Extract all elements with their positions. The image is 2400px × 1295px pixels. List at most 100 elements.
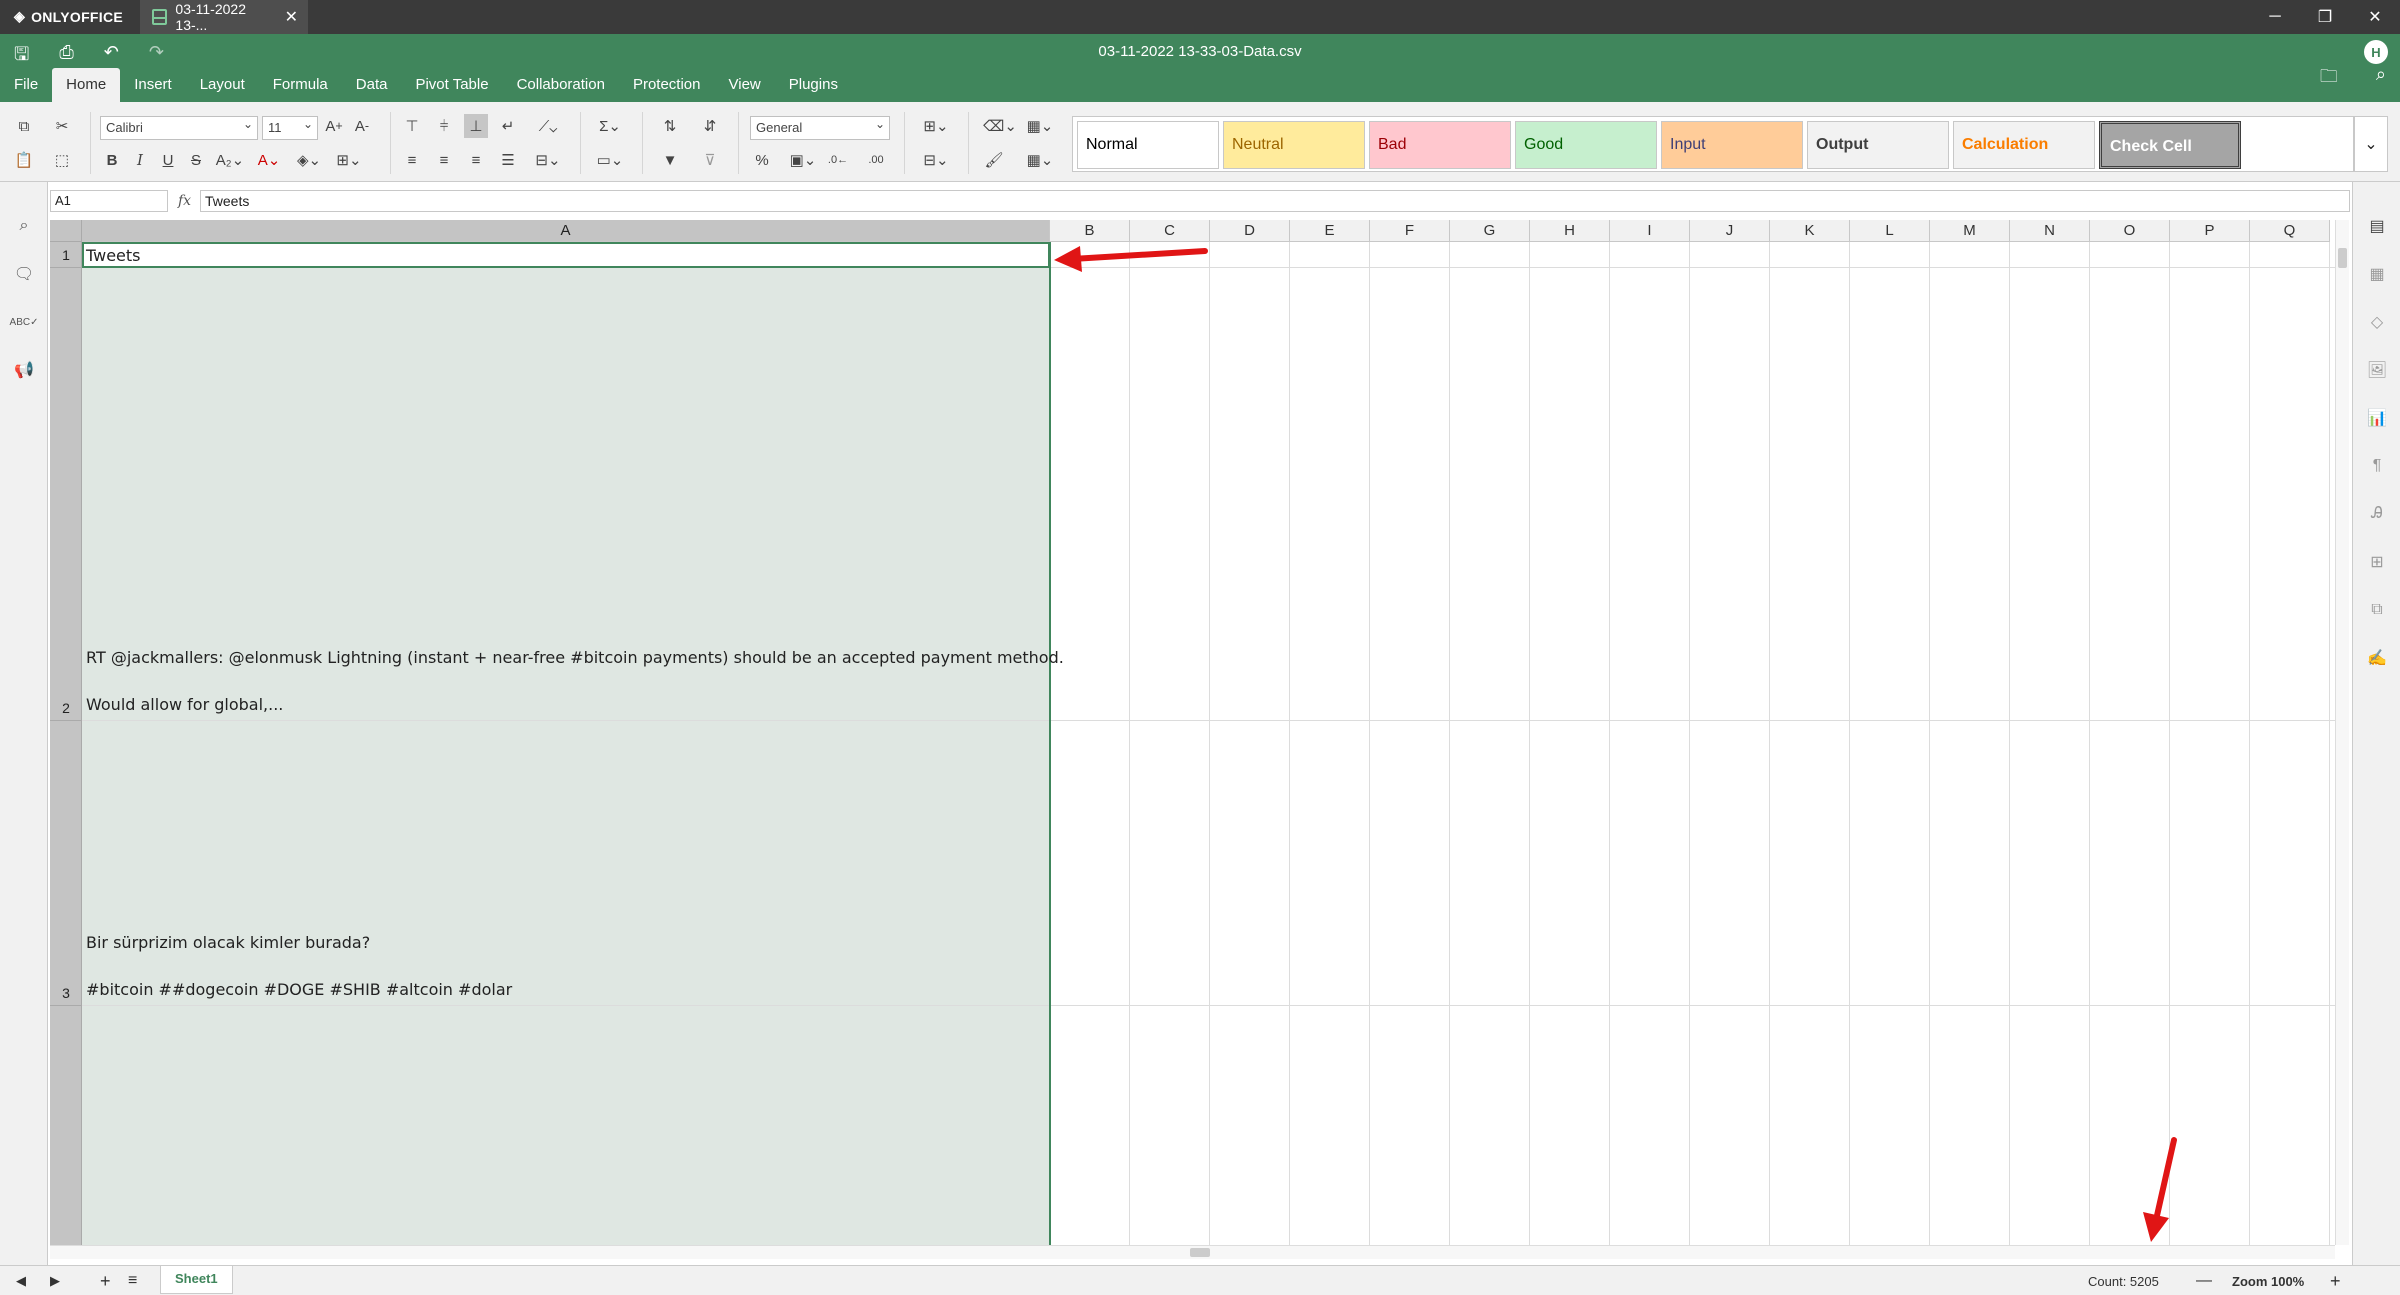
slicer-settings-icon[interactable]: ⧉ xyxy=(2365,598,2389,622)
number-format-select[interactable]: General xyxy=(750,113,890,140)
cell-style-bad[interactable]: Bad xyxy=(1369,121,1511,169)
justify-icon[interactable]: ☰ xyxy=(496,148,520,172)
cut-icon[interactable]: ✂ xyxy=(50,114,74,138)
increase-font-icon[interactable]: A + xyxy=(322,114,346,138)
comments-icon[interactable]: 🗨 xyxy=(12,262,36,286)
subscript-icon[interactable]: A₂⌄ xyxy=(212,148,248,172)
strikethrough-icon[interactable]: S xyxy=(184,148,208,172)
percent-icon[interactable]: % xyxy=(750,148,774,172)
image-settings-icon[interactable]: 🖼 xyxy=(2365,358,2389,382)
cell-settings-icon[interactable]: ▤ xyxy=(2365,214,2389,238)
search-icon[interactable]: ⌕ xyxy=(2376,64,2386,94)
table-settings-icon[interactable]: ▦ xyxy=(2365,262,2389,286)
autosum-icon[interactable]: Σ⌄ xyxy=(592,114,628,138)
vertical-scroll-thumb[interactable] xyxy=(2338,248,2347,268)
close-tab-icon[interactable]: ✕ xyxy=(285,7,298,27)
insert-cells-icon[interactable]: ⊞⌄ xyxy=(918,114,954,138)
italic-icon[interactable]: I xyxy=(128,148,152,172)
vertical-scrollbar[interactable] xyxy=(2335,220,2349,1245)
user-avatar[interactable]: H xyxy=(2364,40,2388,64)
open-file-location-icon[interactable]: 🗀 xyxy=(2320,64,2338,94)
borders-icon[interactable]: ⊞⌄ xyxy=(332,148,366,172)
cell-style-calculation[interactable]: Calculation xyxy=(1953,121,2095,169)
decrease-font-icon[interactable]: A- xyxy=(350,114,374,138)
font-name-select[interactable]: Calibri xyxy=(100,113,258,140)
menu-tab-formula[interactable]: Formula xyxy=(259,68,342,102)
copy-style-icon[interactable]: 🖌 xyxy=(982,148,1006,172)
zoom-in-icon[interactable]: + xyxy=(2330,1269,2341,1293)
cell-style-good[interactable]: Good xyxy=(1515,121,1657,169)
menu-tab-home[interactable]: Home xyxy=(52,68,121,102)
font-size-select[interactable]: 11 xyxy=(262,113,318,140)
format-as-table-icon[interactable]: ▦⌄ xyxy=(1022,148,1058,172)
align-right-icon[interactable]: ≡ xyxy=(464,148,488,172)
text-orientation-icon[interactable]: ⟋⌄ xyxy=(530,114,566,138)
menu-tab-protection[interactable]: Protection xyxy=(619,68,715,102)
accounting-icon[interactable]: ▣⌄ xyxy=(786,148,820,172)
filter-icon[interactable]: ▼ xyxy=(658,148,682,172)
clear-filter-icon[interactable]: ⊽ xyxy=(698,148,722,172)
paragraph-settings-icon[interactable]: ¶ xyxy=(2365,454,2389,478)
fill-color-icon[interactable]: ◈⌄ xyxy=(292,148,326,172)
increase-decimal-icon[interactable]: .00 xyxy=(864,148,888,172)
text-art-icon[interactable]: Ꭿ xyxy=(2365,502,2389,526)
sheet-tab-sheet1[interactable]: Sheet1 xyxy=(160,1266,233,1294)
scroll-left-icon[interactable]: ◀ xyxy=(16,1269,26,1293)
restore-button[interactable]: ❐ xyxy=(2300,0,2350,34)
menu-tab-insert[interactable]: Insert xyxy=(120,68,186,102)
spellcheck-icon[interactable]: ABC✓ xyxy=(10,310,39,334)
select-all-icon[interactable]: ⬚ xyxy=(50,148,74,172)
pivot-table-settings-icon[interactable]: ⊞ xyxy=(2365,550,2389,574)
cell-style-check-cell[interactable]: Check Cell xyxy=(2099,121,2241,169)
bold-icon[interactable]: B xyxy=(100,148,124,172)
chart-settings-icon[interactable]: 📊 xyxy=(2365,406,2389,430)
shape-settings-icon[interactable]: ◇ xyxy=(2365,310,2389,334)
horizontal-scrollbar[interactable] xyxy=(50,1245,2335,1259)
underline-icon[interactable]: U xyxy=(156,148,180,172)
zoom-level[interactable]: Zoom 100% xyxy=(2232,1269,2304,1293)
feedback-icon[interactable]: 📢 xyxy=(12,358,36,382)
conditional-formatting-icon[interactable]: ▦⌄ xyxy=(1022,114,1058,138)
zoom-out-icon[interactable]: — xyxy=(2196,1269,2212,1293)
add-sheet-icon[interactable]: + xyxy=(100,1269,111,1293)
horizontal-scroll-thumb[interactable] xyxy=(1190,1248,1210,1257)
menu-tab-view[interactable]: View xyxy=(715,68,775,102)
align-center-icon[interactable]: ≡ xyxy=(432,148,456,172)
scroll-right-icon[interactable]: ▶ xyxy=(50,1269,60,1293)
cell-style-output[interactable]: Output xyxy=(1807,121,1949,169)
merge-cells-icon[interactable]: ⊟⌄ xyxy=(530,148,566,172)
wrap-text-icon[interactable]: ↵ xyxy=(496,114,520,138)
clear-icon[interactable]: ⌫⌄ xyxy=(982,114,1018,138)
menu-tab-collaboration[interactable]: Collaboration xyxy=(503,68,619,102)
name-box[interactable]: A1 xyxy=(50,190,168,212)
search-icon[interactable]: ⌕ xyxy=(12,214,36,238)
align-bottom-icon[interactable]: ⊥ xyxy=(464,114,488,138)
menu-tab-file[interactable]: File xyxy=(0,68,52,102)
chevron-down-icon[interactable]: ⌄ xyxy=(2354,116,2388,172)
menu-tab-layout[interactable]: Layout xyxy=(186,68,259,102)
signature-settings-icon[interactable]: ✍ xyxy=(2365,646,2389,670)
copy-icon[interactable]: ⧉ xyxy=(12,114,36,138)
sheet-list-icon[interactable]: ≡ xyxy=(128,1269,137,1293)
delete-cells-icon[interactable]: ⊟⌄ xyxy=(918,148,954,172)
decrease-decimal-icon[interactable]: .0← xyxy=(826,148,850,172)
align-middle-icon[interactable]: ⫩ xyxy=(432,114,456,138)
sort-descending-icon[interactable]: ⇵ xyxy=(698,114,722,138)
align-top-icon[interactable]: ⊤ xyxy=(400,114,424,138)
named-ranges-icon[interactable]: ▭⌄ xyxy=(592,148,628,172)
font-color-icon[interactable]: A⌄ xyxy=(252,148,286,172)
cell-style-neutral[interactable]: Neutral xyxy=(1223,121,1365,169)
menu-tab-plugins[interactable]: Plugins xyxy=(775,68,852,102)
sort-ascending-icon[interactable]: ⇅ xyxy=(658,114,682,138)
menu-tab-pivot-table[interactable]: Pivot Table xyxy=(401,68,502,102)
paste-icon[interactable]: 📋 xyxy=(12,148,36,172)
close-window-button[interactable]: ✕ xyxy=(2350,0,2400,34)
cell-style-input[interactable]: Input xyxy=(1661,121,1803,169)
formula-input[interactable]: Tweets xyxy=(200,190,2350,212)
document-tab[interactable]: 03-11-2022 13-... ✕ xyxy=(140,0,308,34)
menu-tab-data[interactable]: Data xyxy=(342,68,402,102)
cell-style-normal[interactable]: Normal xyxy=(1077,121,1219,169)
minimize-button[interactable]: ─ xyxy=(2250,0,2300,34)
function-icon[interactable]: fx xyxy=(178,190,198,212)
spreadsheet-grid[interactable]: ABCDEFGHIJKLMNOPQ 1 2 3 Tweets RT @jackm… xyxy=(50,220,2335,1245)
